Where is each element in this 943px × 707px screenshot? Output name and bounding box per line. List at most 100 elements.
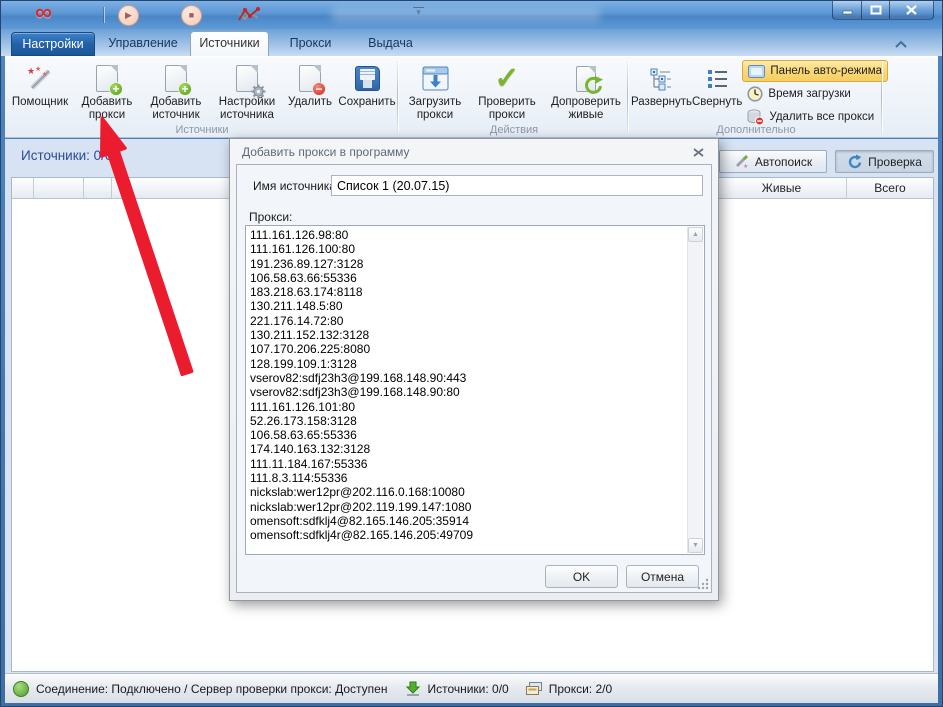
auto-mode-panel-button[interactable]: Панель авто-режима — [742, 60, 888, 82]
database-remove-icon — [747, 109, 764, 125]
helper-button[interactable]: ★★★ Помощник — [7, 58, 73, 109]
magic-wand-icon: ★★★ — [25, 61, 55, 96]
check-tab-button[interactable]: Проверка — [835, 150, 934, 173]
extra-buttons-stack: Панель авто-режима Время загрузки Удалит… — [742, 58, 888, 129]
ribbon-separator — [881, 61, 882, 133]
tab-vydacha[interactable]: Выдача — [352, 32, 429, 56]
column-header-empty[interactable] — [12, 178, 34, 198]
dialog-close-icon[interactable] — [693, 148, 705, 158]
load-time-button[interactable]: Время загрузки — [742, 83, 888, 105]
app-logo-infinity-icon: ∞ — [35, 0, 52, 27]
check-tab-label: Проверка — [868, 155, 922, 169]
graph-button[interactable] — [237, 6, 261, 29]
cancel-button[interactable]: Отмена — [626, 565, 699, 588]
add-source-label: Добавить источник — [141, 96, 211, 121]
delete-label: Удалить — [288, 96, 332, 109]
proxy-list-text: 111.161.126.98:80 111.161.126.100:80 191… — [250, 228, 682, 552]
clock-icon — [747, 86, 763, 102]
group-label-sources: Источники — [7, 124, 397, 136]
source-settings-button[interactable]: Настройки источника — [211, 58, 283, 121]
minimize-button[interactable] — [832, 1, 862, 20]
source-name-label: Имя источника — [253, 179, 336, 193]
expand-label: Развернуть — [631, 96, 692, 109]
add-source-button[interactable]: + Добавить источник — [141, 58, 211, 121]
column-header-empty[interactable] — [34, 178, 84, 198]
add-proxy-label: Добавить прокси — [73, 96, 141, 121]
window-title-blurred — [331, 7, 601, 22]
recheck-alive-label: Допроверить живые — [545, 96, 627, 121]
recheck-alive-button[interactable]: Допроверить живые — [545, 58, 627, 121]
auto-mode-panel-label: Панель авто-режима — [770, 65, 882, 77]
document-gear-icon — [236, 61, 258, 96]
sources-status-icon — [405, 681, 421, 697]
proxies-label: Прокси: — [249, 210, 292, 224]
resize-grip[interactable] — [697, 578, 709, 590]
app-window: ∞ ▶ ■ ▾ Настройки Управление — [0, 0, 943, 707]
ribbon-collapse-button[interactable] — [894, 40, 908, 49]
tab-nastroyki[interactable]: Настройки — [11, 32, 95, 56]
tab-proksi[interactable]: Прокси — [272, 32, 349, 56]
scroll-up-button[interactable]: ▲ — [688, 227, 703, 242]
graph-icon — [237, 6, 261, 24]
ribbon-group-extra: Развернуть Свернуть Панель авто-режима — [631, 58, 881, 136]
close-icon — [906, 5, 917, 15]
add-proxy-button[interactable]: + Добавить прокси — [73, 58, 141, 121]
tab-upravlenie[interactable]: Управление — [99, 32, 187, 56]
add-proxy-dialog: Добавить прокси в программу Имя источник… — [229, 138, 719, 601]
sources-status-text: Источники: 0/0 — [427, 682, 508, 696]
floppy-disk-icon — [355, 61, 380, 96]
minimize-icon — [842, 6, 853, 15]
ribbon-separator — [397, 61, 398, 133]
svg-text:★: ★ — [27, 66, 35, 76]
helper-label: Помощник — [12, 96, 68, 109]
ribbon-group-sources: ★★★ Помощник + Добавить прокси + Добавит… — [7, 58, 397, 136]
refresh-icon — [847, 154, 862, 169]
document-refresh-icon — [576, 61, 596, 96]
load-time-label: Время загрузки — [768, 88, 850, 100]
column-header-total[interactable]: Всего — [847, 178, 933, 198]
connection-status-icon — [13, 681, 29, 697]
titlebar: ∞ ▶ ■ ▾ — [1, 1, 942, 29]
load-proxy-button[interactable]: Загрузить прокси — [401, 58, 469, 121]
source-name-input[interactable] — [331, 175, 703, 196]
delete-button[interactable]: − Удалить — [283, 58, 337, 109]
maximize-icon — [870, 5, 882, 15]
panel-icon — [748, 65, 765, 78]
ok-button[interactable]: OK — [545, 565, 618, 588]
maximize-button[interactable] — [862, 1, 890, 20]
arrow-down-icon: ▼ — [692, 542, 699, 549]
proxy-status-icon — [525, 681, 543, 696]
column-header-alive[interactable]: Живые — [717, 178, 847, 198]
scroll-down-button[interactable]: ▼ — [688, 538, 703, 553]
qat-separator — [104, 7, 105, 23]
save-button[interactable]: Сохранить — [337, 58, 397, 109]
dialog-body: Имя источника Прокси: 111.161.126.98:80 … — [236, 164, 712, 593]
expand-button[interactable]: Развернуть — [631, 58, 692, 109]
proxy-list-box[interactable]: 111.161.126.98:80 111.161.126.100:80 191… — [245, 225, 705, 555]
load-proxy-label: Загрузить прокси — [401, 96, 469, 121]
check-proxy-button[interactable]: ✓ Проверить прокси — [469, 58, 545, 121]
svg-text:★: ★ — [42, 71, 47, 78]
list-collapse-icon — [704, 61, 730, 96]
autosearch-wand-icon: ★ — [734, 154, 749, 169]
stop-button[interactable]: ■ — [181, 5, 202, 26]
ribbon-group-actions: Загрузить прокси ✓ Проверить прокси Допр… — [401, 58, 627, 136]
arrow-up-icon: ▲ — [692, 231, 699, 238]
play-button[interactable]: ▶ — [118, 5, 139, 26]
source-settings-label: Настройки источника — [211, 96, 283, 121]
sources-counter: Источники: 0/0 — [21, 148, 112, 163]
svg-text:★: ★ — [743, 163, 748, 169]
tree-expand-icon — [648, 61, 674, 96]
status-bar: Соединение: Подключено / Сервер проверки… — [5, 673, 938, 703]
autosearch-button[interactable]: ★ Автопоиск — [719, 150, 827, 173]
tab-istochniki[interactable]: Источники — [190, 31, 269, 56]
collapse-button[interactable]: Свернуть — [692, 58, 742, 109]
column-header-empty[interactable] — [84, 178, 112, 198]
close-button[interactable] — [890, 1, 934, 20]
proxy-status-text: Прокси: 2/0 — [549, 682, 612, 696]
ribbon-tab-bar: Настройки Управление Источники Прокси Вы… — [1, 29, 942, 56]
stop-icon: ■ — [189, 10, 194, 20]
group-label-actions: Действия — [401, 124, 627, 136]
dialog-title: Добавить прокси в программу — [242, 145, 410, 159]
vertical-scrollbar[interactable]: ▲ ▼ — [687, 227, 703, 553]
